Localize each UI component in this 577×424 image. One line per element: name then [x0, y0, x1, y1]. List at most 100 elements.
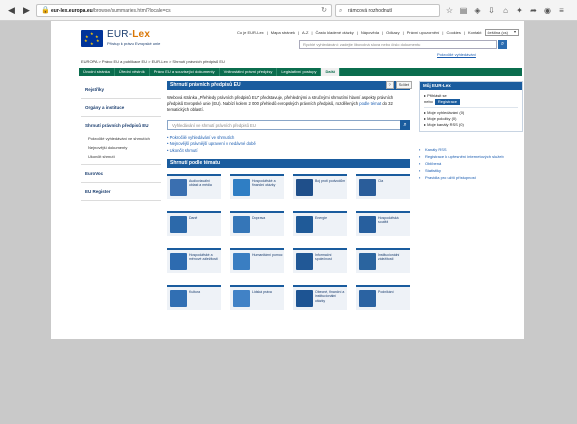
enterprise-icon — [359, 290, 376, 308]
accessibility-link[interactable]: Pravidla pro užití přístupnost — [419, 174, 523, 181]
top-link[interactable]: A-Z — [302, 30, 308, 35]
page-title: Shrnutí právních předpisů EU — [167, 81, 410, 90]
forward-icon[interactable]: ▶ — [21, 5, 32, 16]
language-select[interactable]: čeština (cs) — [484, 29, 519, 36]
general-affairs-icon — [296, 290, 313, 308]
topic-label: Daně — [189, 216, 198, 221]
quick-search-input[interactable]: Rychlé vyhledávání: zadejte libovolná sl… — [299, 40, 497, 49]
quick-search-button[interactable]: ⌕ — [498, 40, 507, 49]
institutions-icon — [359, 253, 376, 271]
register-row: nebo Registrace — [420, 99, 522, 105]
statistics-link[interactable]: Statistiky — [419, 167, 523, 174]
register-button[interactable]: Registrace — [434, 99, 461, 105]
human-rights-icon — [233, 290, 250, 308]
topic-label: Hospodářská soutěž — [378, 216, 399, 225]
topic-tile[interactable]: Energie — [293, 211, 347, 237]
share-icon[interactable]: ➦ — [529, 5, 538, 16]
euro-coin-icon — [233, 179, 250, 197]
favorites-link[interactable]: Oblíbená — [419, 160, 523, 167]
url-bar[interactable]: 🔒 eur-lex.europa.eu/browse/summaries.htm… — [36, 4, 332, 17]
share-button[interactable]: Sdílet — [395, 81, 412, 89]
top-link[interactable]: Odkazy — [386, 30, 400, 35]
shield-icon[interactable]: ◈ — [473, 5, 482, 16]
advanced-search-link[interactable]: Pokročilé vyhledávání — [437, 52, 476, 57]
topic-tile[interactable]: Hospodářské a měnové záležitosti — [167, 248, 221, 274]
topic-tile[interactable]: Informační společnost — [293, 248, 347, 274]
search-button[interactable]: ⌕ — [400, 119, 410, 130]
top-link[interactable]: Nápověda — [361, 30, 379, 35]
url-host: eur-lex.europa.eu — [51, 8, 93, 14]
topic-tile[interactable]: Boj proti podvodům — [293, 174, 347, 200]
top-link[interactable]: Právní upozornění — [407, 30, 440, 35]
services-link[interactable]: Registrace k upřesnění internetových slu… — [419, 153, 523, 160]
topic-label: Lidská práva — [252, 290, 272, 295]
nav-item-registers[interactable]: Rejstříky — [81, 81, 161, 99]
nav-item-summaries[interactable]: Shrnutí právních předpisů EU — [81, 117, 161, 134]
customs-icon — [359, 179, 376, 197]
topic-label: Audiovizuální oblast a média — [189, 179, 212, 188]
pocket-icon[interactable]: ◉ — [543, 5, 552, 16]
summaries-search-input[interactable]: Vyhledávání ve shrnutí právních předpisů… — [167, 119, 410, 130]
topic-tile[interactable]: Hospodářská soutěž — [356, 211, 410, 237]
topic-label: Hospodářské a finanční otázky — [252, 179, 276, 188]
topic-label: Podnikání — [378, 290, 394, 295]
topic-tile[interactable]: Cla — [356, 174, 410, 200]
top-link[interactable]: Co je EUR-Lex — [237, 30, 264, 35]
topic-label: Doprava — [252, 216, 266, 221]
menu-icon[interactable]: ≡ — [557, 5, 566, 16]
topic-tile[interactable]: Obecné, finanční a institucionální otázk… — [293, 285, 347, 311]
topic-tile[interactable]: Audiovizuální oblast a média — [167, 174, 221, 200]
information-society-icon — [296, 253, 313, 271]
topics-link[interactable]: podle témat — [359, 101, 381, 106]
topic-label: Energie — [315, 216, 328, 221]
star-icon[interactable]: ☆ — [445, 5, 454, 16]
download-icon[interactable]: ⇩ — [487, 5, 496, 16]
top-link[interactable]: Cookies — [446, 30, 460, 35]
film-icon — [170, 179, 187, 197]
home-icon[interactable]: ⌂ — [501, 5, 510, 16]
nav-item-eu-register[interactable]: EU Register — [81, 183, 161, 201]
help-button[interactable]: ? — [385, 81, 394, 89]
main-content: Shrnutí právních předpisů EU ? Sdílet We… — [167, 81, 412, 424]
topic-tile[interactable]: Lidská práva — [230, 285, 284, 311]
search-icon: ⌕ — [339, 8, 343, 14]
magnifier-icon — [296, 179, 313, 197]
tab-procedures[interactable]: Legislativní postupy — [277, 68, 322, 76]
nav-subitem[interactable]: Pokročilé vyhledávání ve shrnutích — [81, 134, 161, 143]
top-link[interactable]: Mapa stránek — [271, 30, 295, 35]
tab-more[interactable]: Další — [321, 68, 341, 76]
tab-national-law[interactable]: Vnitrostátní právní předpisy — [220, 68, 278, 76]
main-tabs: Úvodní stránka Úřední věstník Právo EU a… — [79, 68, 522, 76]
topic-tile[interactable]: Doprava — [230, 211, 284, 237]
reload-icon[interactable]: ↻ — [321, 5, 327, 16]
top-links: Co je EUR-Lex | Mapa stránek | A-Z | Často … — [237, 29, 523, 36]
site-logo[interactable]: EUR-Lex — [107, 29, 150, 40]
nav-item-institutions[interactable]: Orgány a instituce — [81, 99, 161, 117]
my-eurlex-title: Můj EUR-Lex — [420, 82, 522, 90]
extension-icon[interactable]: ✦ — [515, 5, 524, 16]
my-rss[interactable]: ▸ Moje kanály RSS (0) — [420, 122, 522, 128]
back-icon[interactable]: ◀ — [6, 5, 17, 16]
tab-home[interactable]: Úvodní stránka — [79, 68, 115, 76]
topic-tile[interactable]: Hospodářské a finanční otázky — [230, 174, 284, 200]
link-end-summaries[interactable]: • Ukončit shrnutí — [167, 148, 410, 155]
topic-label: Boj proti podvodům — [315, 179, 346, 184]
nav-item-eurovoc[interactable]: EuroVoc — [81, 165, 161, 183]
tab-eu-law[interactable]: Právo EU a související dokumenty — [150, 68, 220, 76]
topic-tile[interactable]: Kultura — [167, 285, 221, 311]
reading-list-icon[interactable]: ▤ — [459, 5, 468, 16]
topic-tile[interactable]: Institucionální záležitosti — [356, 248, 410, 274]
right-panel: Můj EUR-Lex ▸ Přihlásit se nebo Registrac… — [419, 81, 523, 181]
topic-tile[interactable]: Daně — [167, 211, 221, 237]
top-link[interactable]: Často kladené otázky — [316, 30, 354, 35]
my-eurlex-box: Můj EUR-Lex ▸ Přihlásit se nebo Registrac… — [419, 81, 523, 132]
tab-official-journal[interactable]: Úřední věstník — [115, 68, 150, 76]
rss-link[interactable]: Kanály RSS — [419, 146, 523, 153]
nav-subitem[interactable]: Nejnovější dokumenty — [81, 143, 161, 152]
culture-icon — [170, 290, 187, 308]
browser-search-field[interactable]: ⌕ rámcová rozhodnutí — [335, 4, 440, 17]
nav-subitem[interactable]: Ukončit shrnutí — [81, 152, 161, 165]
topic-tile[interactable]: Humanitární pomoc — [230, 248, 284, 274]
top-link[interactable]: Kontakt — [468, 30, 482, 35]
topic-tile[interactable]: Podnikání — [356, 285, 410, 311]
